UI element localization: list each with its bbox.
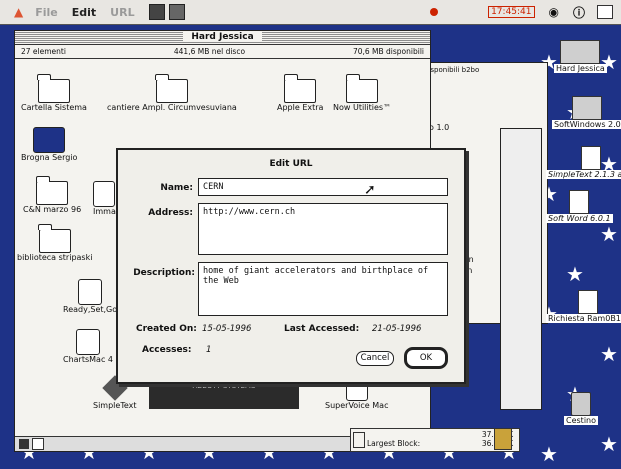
desktop-icon-hard-jessica[interactable]: Hard Jessica bbox=[554, 40, 607, 73]
app-icon bbox=[76, 329, 100, 355]
desktop-icon-softwindows[interactable]: SoftWindows 2.0 bbox=[552, 96, 621, 129]
desktop-icon-simpletext-alias[interactable]: SimpleText 2.1.3 aliat bbox=[546, 146, 621, 179]
cancel-button[interactable]: Cancel bbox=[356, 351, 394, 366]
address-input[interactable]: http://www.cern.ch bbox=[198, 203, 448, 255]
desktop-icon-trash[interactable]: Cestino bbox=[564, 392, 598, 425]
accessed-value: 21-05-1996 bbox=[372, 324, 422, 334]
name-input[interactable]: CERN bbox=[198, 178, 448, 196]
grid-icon[interactable] bbox=[148, 4, 165, 20]
folder-icon bbox=[155, 74, 188, 103]
menu-file[interactable]: File bbox=[35, 6, 58, 19]
abbott-banner: ABBOTT SYSTEMS bbox=[149, 381, 299, 409]
trash-icon bbox=[571, 392, 591, 416]
edit-url-dialog[interactable]: Edit URL Name: CERN ➚ Address: http://ww… bbox=[116, 148, 466, 384]
desktop-star-icon: ★ bbox=[600, 222, 618, 246]
name-label: Name: bbox=[160, 183, 193, 193]
desktop-star-icon: ★ bbox=[566, 262, 584, 286]
application-icon bbox=[572, 96, 603, 120]
record-indicator-icon bbox=[430, 8, 439, 16]
accesses-label: Accesses: bbox=[142, 345, 192, 355]
finder-title: Hard Jessica bbox=[183, 32, 262, 42]
accesses-value: 1 bbox=[206, 345, 212, 355]
largest-block-label: Largest Block: bbox=[367, 439, 421, 448]
document-icon bbox=[569, 190, 590, 214]
address-label: Address: bbox=[148, 208, 193, 218]
disk-free: 70,6 MB disponibili bbox=[352, 47, 424, 56]
icon-apple-extra[interactable]: Apple Extra bbox=[277, 74, 323, 112]
back-window-3[interactable] bbox=[500, 128, 542, 410]
clock[interactable]: 17:45:41 bbox=[488, 6, 535, 18]
zoom-icon-2[interactable] bbox=[32, 438, 44, 450]
finder-info-bar: 27 elementi 441,6 MB nel disco 70,6 MB d… bbox=[15, 45, 430, 59]
back-window-text: o 1.0 bbox=[429, 123, 450, 132]
app-icon bbox=[78, 279, 103, 305]
icon-brogna[interactable]: Brogna Sergio bbox=[21, 127, 77, 162]
document-icon bbox=[581, 146, 602, 170]
ok-button[interactable]: OK bbox=[404, 347, 448, 369]
apple-menu-icon[interactable]: ▲ bbox=[14, 5, 23, 19]
menu-url[interactable]: URL bbox=[110, 6, 134, 19]
hard-disk-icon bbox=[560, 40, 601, 64]
icon-system-folder[interactable]: Cartella Sistema bbox=[21, 74, 87, 112]
item-count: 27 elementi bbox=[21, 47, 66, 56]
system-folder-icon bbox=[37, 74, 70, 103]
cursor-arrow-icon: ➚ bbox=[364, 182, 376, 198]
icon-now-utilities[interactable]: Now Utilities™ bbox=[333, 74, 391, 112]
created-value: 15-05-1996 bbox=[202, 324, 252, 334]
grid-icon-2[interactable] bbox=[168, 4, 185, 20]
created-label: Created On: bbox=[136, 324, 197, 334]
scroll-arrow-icon[interactable] bbox=[353, 432, 365, 448]
document-icon bbox=[93, 181, 116, 207]
icon-cn-marzo[interactable]: C&N marzo 96 bbox=[23, 176, 81, 214]
application-menu-icon[interactable] bbox=[597, 5, 613, 19]
icon-chartsmac[interactable]: ChartsMac 4 bbox=[63, 329, 113, 364]
folder-icon bbox=[345, 74, 379, 103]
description-input[interactable]: home of giant accelerators and birthplac… bbox=[198, 262, 448, 316]
dialog-title: Edit URL bbox=[269, 159, 313, 169]
folder-icon bbox=[283, 74, 317, 103]
icon-biblioteca[interactable]: biblioteca stripaski bbox=[17, 224, 92, 262]
desktop-star-icon: ★ bbox=[540, 442, 558, 466]
description-label: Description: bbox=[133, 268, 195, 278]
icon-cantiere[interactable]: cantiere Ampl. Circumvesuviana bbox=[107, 74, 237, 112]
desktop-icon-richiesta[interactable]: Richiesta Ram0B1 2 bbox=[546, 290, 621, 323]
desktop-icon-soft-word[interactable]: Soft Word 6.0.1 bbox=[546, 190, 613, 223]
zoom-icon[interactable] bbox=[19, 439, 29, 449]
memory-icon[interactable] bbox=[494, 428, 512, 450]
back-window-header: disponibili b2bo bbox=[424, 66, 480, 74]
desktop-star-icon: ★ bbox=[600, 432, 618, 456]
control-strip-icon[interactable]: ◉ bbox=[549, 5, 559, 19]
disk-used: 441,6 MB nel disco bbox=[173, 47, 246, 56]
finder-title-bar[interactable]: Hard Jessica bbox=[15, 31, 430, 45]
menu-bar: ▲ File Edit URL 17:45:41 ◉ ⓘ bbox=[0, 0, 621, 25]
folder-icon bbox=[35, 176, 69, 205]
desktop-star-icon: ★ bbox=[600, 342, 618, 366]
help-icon[interactable]: ⓘ bbox=[573, 4, 585, 21]
icon-imma[interactable]: Imma bbox=[93, 181, 116, 216]
folder-icon bbox=[38, 224, 71, 253]
document-icon bbox=[33, 127, 66, 153]
menu-edit[interactable]: Edit bbox=[72, 6, 96, 19]
icon-ready-set-go[interactable]: Ready,Set,Go bbox=[63, 279, 117, 314]
document-icon bbox=[578, 290, 599, 314]
accessed-label: Last Accessed: bbox=[284, 324, 360, 334]
